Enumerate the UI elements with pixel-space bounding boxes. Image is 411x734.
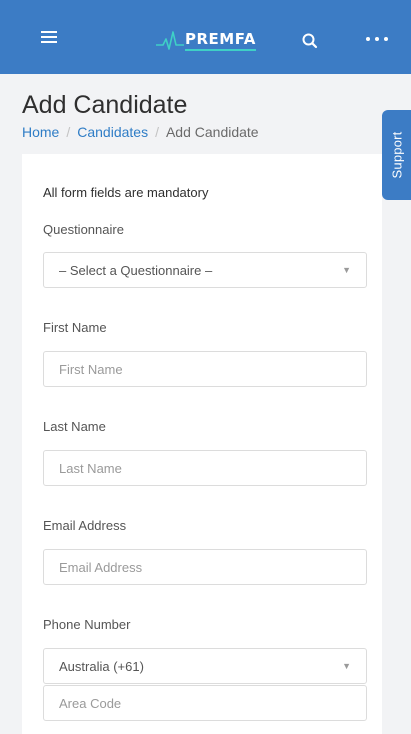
questionnaire-label: Questionnaire <box>43 222 124 237</box>
questionnaire-select[interactable]: – Select a Questionnaire – ▼ <box>43 252 367 288</box>
email-input[interactable] <box>59 550 351 584</box>
last-name-label: Last Name <box>43 419 106 434</box>
questionnaire-selected-value: – Select a Questionnaire – <box>59 262 213 278</box>
dot <box>366 37 370 41</box>
logo-text: PREMFA <box>185 30 256 51</box>
page-title: Add Candidate <box>22 91 188 119</box>
country-code-value: Australia (+61) <box>59 658 144 674</box>
top-app-bar: PREMFA <box>0 0 411 74</box>
breadcrumb-separator: / <box>66 124 71 140</box>
add-candidate-form: All form fields are mandatory Questionna… <box>22 154 382 734</box>
breadcrumb-home[interactable]: Home <box>22 124 59 140</box>
breadcrumb: Home / Candidates / Add Candidate <box>22 124 259 140</box>
last-name-field <box>43 450 367 486</box>
breadcrumb-separator: / <box>155 124 159 140</box>
area-code-field <box>43 685 367 721</box>
last-name-input[interactable] <box>59 451 351 485</box>
first-name-input[interactable] <box>59 352 351 386</box>
dropdown-caret-icon: ▼ <box>342 265 351 275</box>
premfa-logo[interactable]: PREMFA <box>156 28 256 52</box>
support-tab-label: Support <box>389 131 404 179</box>
support-tab[interactable]: Support <box>382 110 411 200</box>
heartbeat-icon <box>156 31 184 50</box>
more-dots-icon[interactable] <box>366 31 388 47</box>
dot <box>384 37 388 41</box>
phone-label: Phone Number <box>43 617 131 632</box>
mandatory-note: All form fields are mandatory <box>43 185 209 200</box>
search-icon[interactable] <box>300 31 320 51</box>
breadcrumb-current: Add Candidate <box>165 124 259 140</box>
breadcrumb-candidates[interactable]: Candidates <box>77 124 148 140</box>
email-field <box>43 549 367 585</box>
email-label: Email Address <box>43 518 127 533</box>
dot <box>375 37 379 41</box>
dropdown-caret-icon: ▼ <box>342 661 351 671</box>
country-code-select[interactable]: Australia (+61) ▼ <box>43 648 367 684</box>
hamburger-menu-icon[interactable] <box>38 27 62 47</box>
first-name-label: First Name <box>43 320 107 335</box>
first-name-field <box>43 351 367 387</box>
